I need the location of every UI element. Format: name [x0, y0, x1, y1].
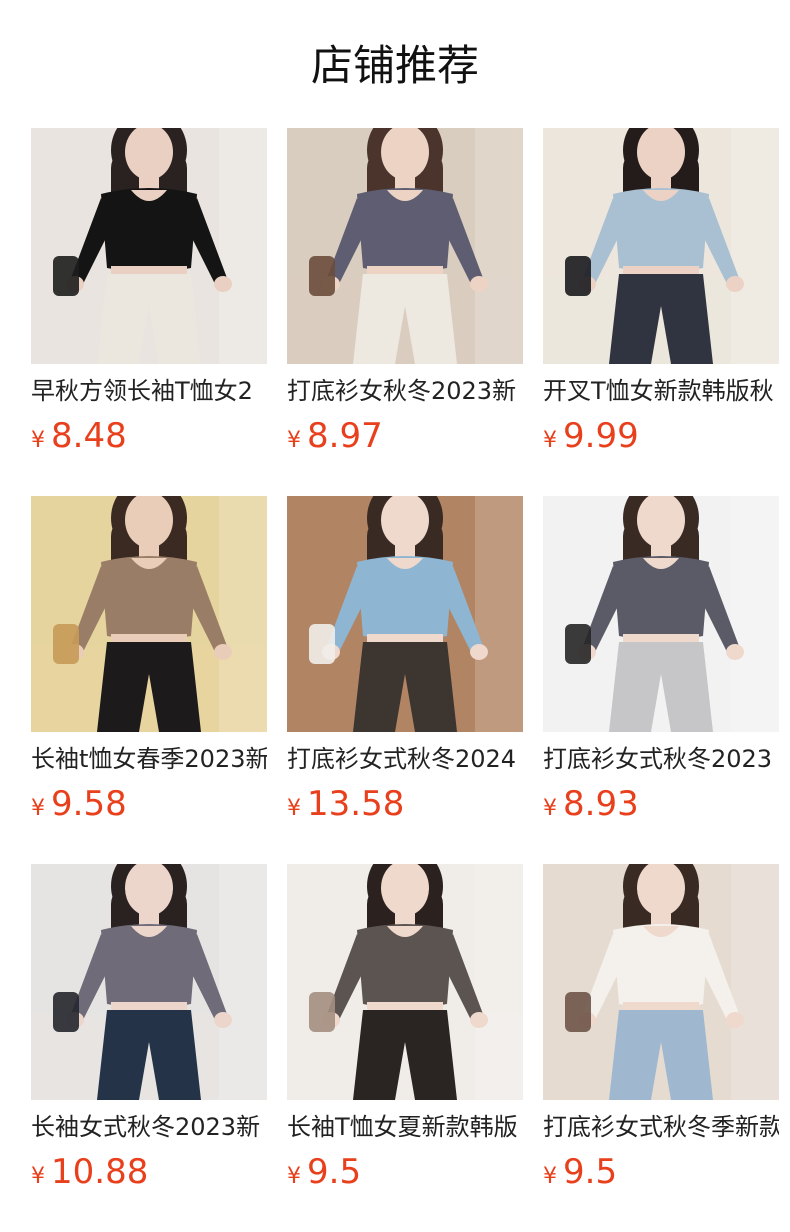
price-amount: 9.5: [307, 1152, 362, 1192]
product-image[interactable]: [287, 496, 523, 732]
price-amount: 10.88: [51, 1152, 149, 1192]
currency-symbol: ¥: [287, 428, 301, 453]
currency-symbol: ¥: [31, 428, 45, 453]
product-price: ¥9.5: [287, 1150, 361, 1194]
product-price: ¥8.97: [287, 414, 383, 458]
product-name[interactable]: 开叉T恤女新款韩版秋: [543, 374, 779, 408]
currency-symbol: ¥: [287, 1164, 301, 1189]
page-title: 店铺推荐: [310, 41, 479, 90]
price-amount: 8.97: [307, 416, 383, 456]
currency-symbol: ¥: [543, 428, 557, 453]
product-image[interactable]: [31, 864, 267, 1100]
product-price: ¥8.93: [543, 782, 639, 826]
product-name[interactable]: 打底衫女式秋冬2023: [543, 742, 779, 776]
product-image[interactable]: [543, 496, 779, 732]
currency-symbol: ¥: [31, 1164, 45, 1189]
product-name[interactable]: 长袖T恤女夏新款韩版: [287, 1110, 523, 1144]
price-amount: 13.58: [307, 784, 405, 824]
product-price: ¥9.58: [31, 782, 127, 826]
product-image[interactable]: [31, 496, 267, 732]
currency-symbol: ¥: [31, 796, 45, 821]
product-card[interactable]: 早秋方领长袖T恤女2 ¥8.48: [31, 128, 267, 468]
product-image[interactable]: [287, 864, 523, 1100]
product-price: ¥10.88: [31, 1150, 148, 1194]
product-price: ¥9.5: [543, 1150, 617, 1194]
price-amount: 9.99: [563, 416, 639, 456]
product-card[interactable]: 打底衫女式秋冬2023 ¥8.93: [543, 496, 779, 836]
product-price: ¥8.48: [31, 414, 127, 458]
product-image[interactable]: [543, 128, 779, 364]
product-image[interactable]: [287, 128, 523, 364]
product-card[interactable]: 打底衫女式秋冬2024 ¥13.58: [287, 496, 523, 836]
price-amount: 8.93: [563, 784, 639, 824]
price-amount: 9.5: [563, 1152, 618, 1192]
product-image[interactable]: [31, 128, 267, 364]
product-card[interactable]: 长袖t恤女春季2023新 ¥9.58: [31, 496, 267, 836]
product-name[interactable]: 打底衫女式秋冬2024: [287, 742, 523, 776]
product-card[interactable]: 长袖女式秋冬2023新 ¥10.88: [31, 864, 267, 1204]
currency-symbol: ¥: [543, 1164, 557, 1189]
product-card[interactable]: 打底衫女秋冬2023新 ¥8.97: [287, 128, 523, 468]
product-name[interactable]: 打底衫女秋冬2023新: [287, 374, 523, 408]
currency-symbol: ¥: [543, 796, 557, 821]
currency-symbol: ¥: [287, 796, 301, 821]
product-name[interactable]: 早秋方领长袖T恤女2: [31, 374, 267, 408]
product-price: ¥13.58: [287, 782, 404, 826]
price-amount: 9.58: [51, 784, 127, 824]
product-card[interactable]: 打底衫女式秋冬季新款 ¥9.5: [543, 864, 779, 1204]
product-image[interactable]: [543, 864, 779, 1100]
product-price: ¥9.99: [543, 414, 639, 458]
price-amount: 8.48: [51, 416, 127, 456]
product-name[interactable]: 打底衫女式秋冬季新款: [543, 1110, 779, 1144]
product-card[interactable]: 长袖T恤女夏新款韩版 ¥9.5: [287, 864, 523, 1204]
product-name[interactable]: 长袖女式秋冬2023新: [31, 1110, 267, 1144]
product-card[interactable]: 开叉T恤女新款韩版秋 ¥9.99: [543, 128, 779, 468]
product-name[interactable]: 长袖t恤女春季2023新: [31, 742, 267, 776]
